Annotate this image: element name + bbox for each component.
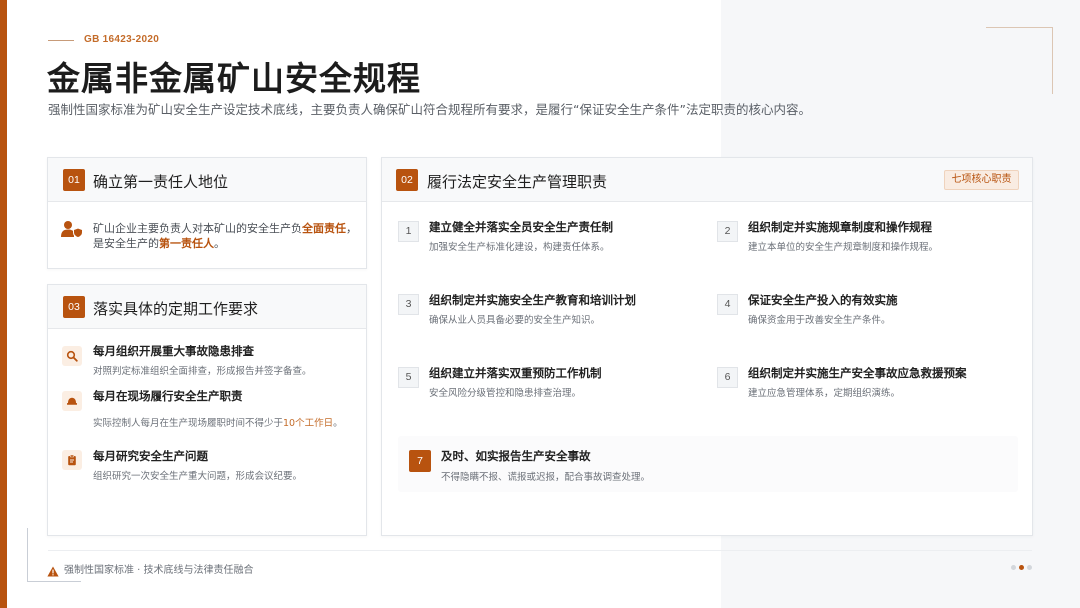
card-periodic-requirements: 03 落实具体的定期工作要求 每月组织开展重大事故隐患排查 对照判定标准组织全面…	[47, 284, 367, 536]
footer-divider	[48, 550, 1032, 551]
text-segment: 实际控制人每月在生产现场履职时间不得少于	[93, 418, 284, 429]
divider	[48, 40, 74, 41]
text-segment: 矿山企业主要负责人对本矿山的安全生产负	[93, 222, 302, 235]
text-segment: 。	[214, 237, 225, 250]
duty-number: 3	[398, 294, 419, 315]
search-icon	[62, 346, 82, 366]
card-title: 履行法定安全生产管理职责	[427, 173, 608, 191]
duty-desc: 建立应急管理体系，定期组织演练。	[748, 388, 901, 399]
duty-title: 保证安全生产投入的有效实施	[748, 293, 898, 307]
card-number-badge: 02	[396, 169, 418, 191]
duty-number: 5	[398, 367, 419, 388]
page-subtitle: 强制性国家标准为矿山安全生产设定技术底线，主要负责人确保矿山符合规程所有要求，是…	[48, 102, 811, 117]
duty-title: 建立健全并落实全员安全生产责任制	[429, 220, 613, 234]
duty-number: 2	[717, 221, 738, 242]
duty-title: 组织制定并实施生产安全事故应急救援预案	[748, 366, 967, 380]
card-number-badge: 03	[63, 296, 85, 318]
warning-icon	[47, 562, 59, 577]
card-first-responsibility: 01 确立第一责任人地位 矿山企业主要负责人对本矿山的安全生产负全面责任，是安全…	[47, 157, 367, 269]
item-desc: 对照判定标准组织全面排查，形成报告并签字备查。	[93, 366, 312, 377]
card-title: 落实具体的定期工作要求	[93, 300, 259, 318]
card-header: 01 确立第一责任人地位	[48, 158, 366, 202]
duty-number: 4	[717, 294, 738, 315]
duty-title: 及时、如实报告生产安全事故	[441, 449, 591, 463]
text-segment: 。	[333, 418, 343, 429]
page-title: 金属非金属矿山安全规程	[47, 59, 421, 98]
core-duties-tag: 七项核心职责	[944, 170, 1019, 190]
hardhat-icon	[62, 391, 82, 411]
duty-desc: 安全风险分级管控和隐患排查治理。	[429, 388, 582, 399]
pagination-dot[interactable]	[1027, 565, 1032, 570]
duty-desc: 建立本单位的安全生产规章制度和操作规程。	[748, 242, 939, 253]
card-number-badge: 01	[63, 169, 85, 191]
duty-number-highlight: 7	[409, 450, 431, 472]
card-header: 03 落实具体的定期工作要求	[48, 285, 366, 329]
highlight-full-responsibility: 全面责任	[302, 222, 346, 235]
duty-title: 组织建立并落实双重预防工作机制	[429, 366, 602, 380]
corner-decoration	[986, 27, 1053, 94]
card-header: 02 履行法定安全生产管理职责	[382, 158, 1032, 202]
item-title: 每月组织开展重大事故隐患排查	[93, 344, 254, 358]
footer-text: 强制性国家标准 · 技术底线与法律责任融合	[64, 565, 254, 576]
highlight-workdays: 10个工作日	[283, 418, 334, 429]
duty-number: 1	[398, 221, 419, 242]
item-title: 每月在现场履行安全生产职责	[93, 389, 243, 403]
duty-desc: 不得隐瞒不报、谎报或迟报，配合事故调查处理。	[441, 472, 651, 483]
pagination-dot-active[interactable]	[1019, 565, 1024, 570]
accent-bar	[0, 0, 7, 608]
item-desc: 实际控制人每月在生产现场履职时间不得少于10个工作日。	[93, 415, 343, 429]
duty-desc: 确保从业人员具备必要的安全生产知识。	[429, 315, 601, 326]
duty-desc: 加强安全生产标准化建设，构建责任体系。	[429, 242, 610, 253]
card-body-text: 矿山企业主要负责人对本矿山的安全生产负全面责任，是安全生产的第一责任人。	[93, 221, 358, 251]
card-title: 确立第一责任人地位	[93, 173, 229, 191]
duty-highlight-row	[398, 436, 1018, 492]
pagination-dot[interactable]	[1011, 565, 1016, 570]
item-desc: 组织研究一次安全生产重大问题，形成会议纪要。	[93, 471, 303, 482]
duty-number: 6	[717, 367, 738, 388]
duty-title: 组织制定并实施规章制度和操作规程	[748, 220, 932, 234]
duty-desc: 确保资金用于改善安全生产条件。	[748, 315, 891, 326]
user-shield-icon	[61, 220, 83, 239]
clipboard-icon	[62, 450, 82, 470]
item-title: 每月研究安全生产问题	[93, 449, 208, 463]
highlight-first-responsible: 第一责任人	[159, 237, 214, 250]
duty-title: 组织制定并实施安全生产教育和培训计划	[429, 293, 636, 307]
standard-code: GB 16423-2020	[84, 34, 160, 45]
